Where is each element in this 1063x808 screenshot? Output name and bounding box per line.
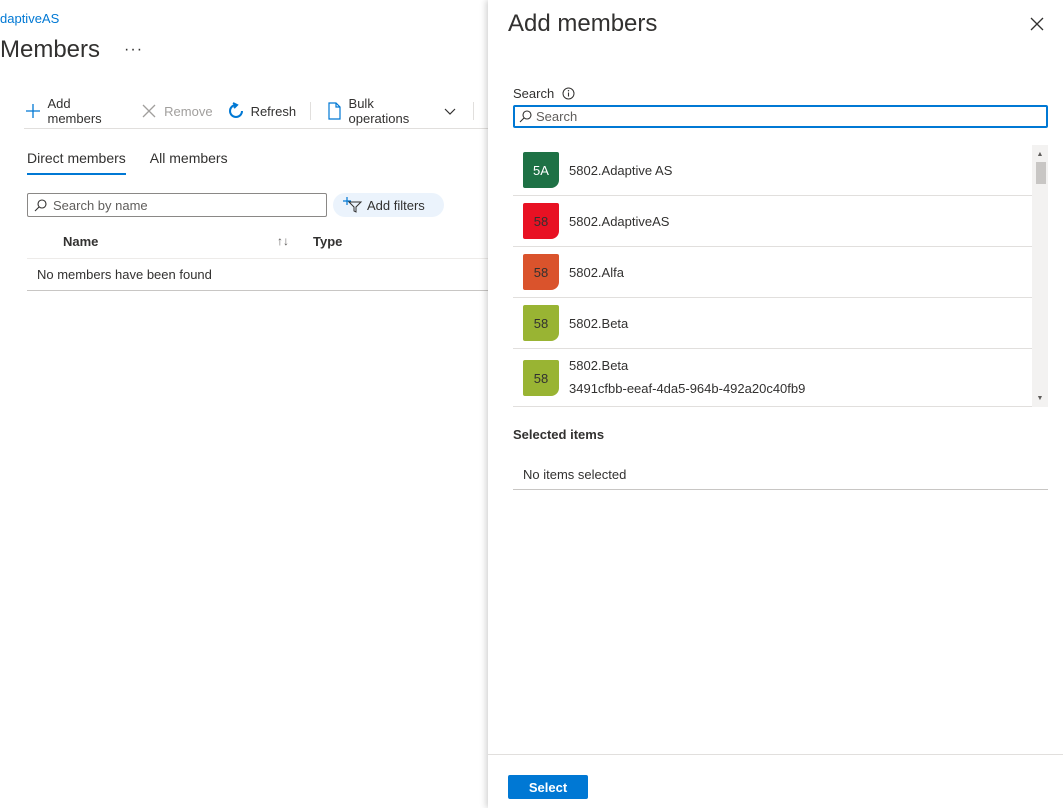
column-header-type[interactable]: Type	[313, 234, 342, 249]
tabs: Direct members All members	[27, 150, 252, 175]
toolbar-separator	[473, 102, 474, 120]
scroll-down-icon[interactable]: ▼	[1032, 391, 1048, 405]
column-header-name[interactable]: Name	[63, 234, 98, 249]
list-item[interactable]: 5A 5802.Adaptive AS	[513, 145, 1032, 196]
sort-icon[interactable]: ↑↓	[277, 234, 289, 248]
avatar: 58	[523, 254, 559, 290]
no-items-selected: No items selected	[523, 467, 627, 482]
remove-button[interactable]: Remove	[140, 102, 213, 120]
chevron-down-icon	[442, 102, 459, 120]
refresh-button[interactable]: Refresh	[227, 102, 297, 120]
selected-items-heading: Selected items	[513, 427, 605, 442]
list-item[interactable]: 58 5802.Alfa	[513, 247, 1032, 298]
info-icon[interactable]	[562, 87, 575, 100]
bulk-operations-button[interactable]: Bulk operations	[325, 96, 459, 126]
avatar: 58	[523, 360, 559, 396]
scroll-up-icon[interactable]: ▲	[1032, 147, 1048, 161]
search-by-name-input[interactable]: Search by name	[27, 193, 327, 217]
search-by-name-placeholder: Search by name	[53, 197, 148, 213]
item-name: 5802.AdaptiveAS	[569, 214, 670, 229]
results-items: 5A 5802.Adaptive AS 58 5802.AdaptiveAS 58 580…	[513, 145, 1032, 407]
search-label: Search	[513, 86, 555, 101]
toolbar: Add members Remove Refresh Bulk operatio	[24, 96, 488, 126]
footer-divider	[488, 754, 1063, 755]
page-title: Members	[0, 36, 101, 63]
table-divider	[27, 290, 488, 291]
add-members-label: Add members	[47, 96, 102, 126]
filter-icon	[343, 197, 363, 213]
close-panel-button[interactable]	[1028, 15, 1046, 33]
avatar: 5A	[523, 152, 559, 188]
results-list: 5A 5802.Adaptive AS 58 5802.AdaptiveAS 58 580…	[513, 145, 1048, 407]
add-members-panel: Add members Search 5A5802.Adaptive AS585…	[488, 0, 1063, 808]
member-search-field[interactable]	[513, 105, 1048, 128]
remove-label: Remove	[164, 103, 213, 119]
toolbar-separator	[310, 102, 312, 120]
refresh-label: Refresh	[250, 103, 297, 119]
list-item[interactable]: 58 5802.AdaptiveAS	[513, 196, 1032, 247]
more-options-button[interactable]: ···	[124, 41, 143, 59]
close-icon	[140, 102, 158, 120]
item-name: 5802.Beta	[569, 358, 629, 373]
list-item[interactable]: 58 5802.Beta	[513, 298, 1032, 349]
selected-divider	[513, 489, 1048, 490]
close-icon	[1030, 17, 1044, 31]
search-icon	[519, 110, 532, 123]
tab-direct-members[interactable]: Direct members	[27, 150, 126, 175]
scrollbar-thumb[interactable]	[1036, 162, 1046, 184]
plus-icon	[24, 102, 42, 120]
add-members-button[interactable]: Add members	[24, 96, 126, 126]
avatar: 58	[523, 305, 559, 341]
header-divider	[27, 258, 488, 259]
tab-all-members[interactable]: All members	[150, 150, 228, 175]
results-scrollbar[interactable]: ▲ ▼	[1032, 145, 1048, 407]
search-label-row: Search	[513, 86, 575, 101]
item-name: 5802.Adaptive AS	[569, 163, 673, 178]
panel-title: Add members	[508, 10, 658, 37]
add-filters-label: Add filters	[367, 197, 425, 213]
bulk-operations-label: Bulk operations	[348, 96, 410, 126]
search-icon	[34, 198, 47, 212]
toolbar-divider	[24, 128, 488, 129]
member-search-input[interactable]	[536, 109, 1016, 124]
select-button[interactable]: Select	[508, 775, 588, 799]
add-filters-button[interactable]: Add filters	[333, 193, 444, 217]
item-name: 5802.Beta	[569, 316, 629, 331]
empty-message: No members have been found	[37, 267, 212, 282]
refresh-icon	[227, 102, 245, 120]
page: daptiveAS Members ··· Add members Remove	[0, 0, 1063, 808]
avatar: 58	[523, 203, 559, 239]
title-row: Members ···	[0, 36, 143, 64]
document-icon	[325, 102, 342, 120]
list-item[interactable]: 58 5802.Beta 3491cfbb-eeaf-4da5-964b-492a2…	[513, 349, 1032, 407]
item-name: 5802.Alfa	[569, 265, 624, 280]
breadcrumb[interactable]: daptiveAS	[0, 11, 59, 26]
members-page: daptiveAS Members ··· Add members Remove	[0, 0, 488, 808]
item-id: 3491cfbb-eeaf-4da5-964b-492a20c40fb9	[569, 381, 806, 396]
